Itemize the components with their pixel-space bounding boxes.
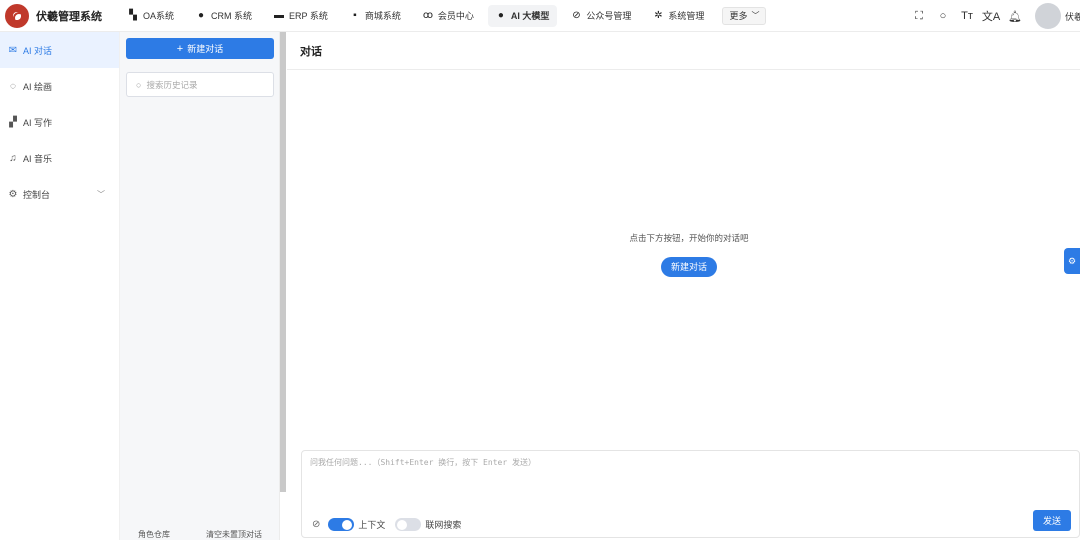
- fullscreen-icon[interactable]: ⛶: [907, 10, 931, 23]
- sidebar-item-label: 控制台: [23, 189, 51, 200]
- avatar[interactable]: [1035, 3, 1061, 29]
- sidebar-item-console[interactable]: ⚙ 控制台 ﹀: [0, 176, 119, 212]
- nav-item-member[interactable]: ꝏ 会员中心: [415, 5, 482, 27]
- nav-item-label: 会员中心: [437, 11, 474, 21]
- nav-item-wechat[interactable]: ⊘ 公众号管理: [563, 5, 639, 27]
- empty-state: 点击下方按钮，开始你的对话吧 新建对话: [287, 232, 1080, 277]
- web-search-label: 联网搜索: [425, 520, 462, 530]
- history-search-placeholder: 搜索历史记录: [146, 79, 198, 90]
- sidebar-item-label: AI 对话: [23, 45, 53, 56]
- history-footer: 角色仓库 清空未置顶对话: [120, 528, 280, 540]
- music-icon: ♫: [9, 152, 17, 164]
- toggle-knob: [397, 519, 408, 530]
- sidebar-item-ai-music[interactable]: ♫ AI 音乐: [0, 140, 119, 176]
- apple-icon: ●: [497, 10, 504, 21]
- nav-item-label: OA系统: [143, 11, 175, 21]
- nav-item-ai-model[interactable]: ● AI 大模型: [487, 4, 558, 27]
- context-toggle[interactable]: [328, 518, 355, 531]
- input-tools: ⊘ 上下文 联网搜索: [312, 518, 471, 531]
- send-button[interactable]: 发送: [1033, 510, 1071, 531]
- logo-icon: [5, 3, 29, 28]
- gear-icon: ✲: [654, 10, 663, 21]
- nav-item-mall[interactable]: ▪ 商城系统: [342, 5, 409, 27]
- sidebar-item-ai-chat[interactable]: ✉ AI 对话: [0, 32, 119, 68]
- new-chat-button[interactable]: + 新建对话: [126, 38, 274, 59]
- user-icon: ●: [197, 10, 205, 21]
- web-search-toggle[interactable]: [395, 518, 422, 531]
- nav-item-label: 系统管理: [668, 11, 705, 21]
- history-search-input[interactable]: ○ 搜索历史记录: [126, 72, 274, 97]
- compass-icon: ⊘: [572, 10, 581, 21]
- chevron-down-icon: ﹀: [97, 189, 105, 199]
- nav-item-label: ERP 系统: [289, 11, 328, 21]
- new-chat-label: 新建对话: [187, 44, 224, 54]
- palette-icon: ◌: [10, 80, 16, 92]
- mail-icon: ✉: [8, 44, 18, 56]
- attachment-icon[interactable]: ⊘: [312, 519, 320, 530]
- history-scrollbar[interactable]: [280, 32, 286, 492]
- search-icon: ○: [136, 79, 142, 90]
- nav-item-system[interactable]: ✲ 系统管理: [645, 5, 712, 27]
- nav-item-label: CRM 系统: [211, 11, 253, 21]
- toggle-knob: [342, 519, 353, 530]
- shop-icon: ▪: [353, 10, 357, 21]
- writing-icon: ▞: [9, 116, 17, 128]
- font-size-icon[interactable]: Tт: [955, 10, 979, 22]
- sidebar-item-label: AI 写作: [23, 117, 53, 128]
- username[interactable]: 伏羲: [1065, 10, 1080, 23]
- settings-fab[interactable]: ⚙: [1064, 248, 1080, 274]
- sidebar: ✉ AI 对话 ◌ AI 绘画 ▞ AI 写作 ♫ AI 音乐 ⚙ 控制台 ﹀: [0, 32, 120, 540]
- clear-history-link[interactable]: 清空未置顶对话: [206, 529, 262, 540]
- nav-item-oa[interactable]: ▚ OA系统: [120, 5, 182, 27]
- settings-icon: ⚙: [8, 188, 18, 200]
- sidebar-item-ai-painting[interactable]: ◌ AI 绘画: [0, 68, 119, 104]
- oa-icon: ▚: [129, 10, 137, 21]
- nav-item-label: AI 大模型: [510, 11, 550, 21]
- page-title: 对话: [287, 32, 1080, 70]
- nav-item-label: 商城系统: [364, 11, 401, 21]
- role-repo-link[interactable]: 角色仓库: [138, 529, 170, 540]
- app-title: 伏羲管理系统: [36, 10, 102, 23]
- sidebar-item-label: AI 绘画: [23, 81, 53, 92]
- chat-main: 对话 点击下方按钮，开始你的对话吧 新建对话 ⚙ ⊘ 上下文 联网搜索 发送: [287, 32, 1080, 540]
- gear-icon: ⚙: [1067, 255, 1077, 266]
- module-nav: ▚ OA系统 ● CRM 系统 ▬ ERP 系统 ▪ 商城系统 ꝏ 会员中心 ● AI 大模…: [120, 0, 767, 32]
- more-dropdown[interactable]: 更多 ﹀: [722, 6, 767, 25]
- sidebar-item-ai-writing[interactable]: ▞ AI 写作: [0, 104, 119, 140]
- header-tools: ⛶ ○ Tт 文A 🔔︎ 伏羲: [907, 0, 1080, 32]
- nav-item-label: 公众号管理: [586, 11, 632, 21]
- history-panel: + 新建对话 ○ 搜索历史记录 角色仓库 清空未置顶对话: [120, 32, 280, 540]
- translate-icon[interactable]: 文A: [979, 8, 1003, 24]
- chevron-down-icon: ﹀: [751, 11, 760, 20]
- more-label: 更多: [729, 11, 748, 21]
- chat-input[interactable]: [310, 457, 1010, 497]
- brand[interactable]: 伏羲管理系统: [0, 3, 120, 28]
- start-chat-button[interactable]: 新建对话: [660, 257, 717, 277]
- sidebar-item-label: AI 音乐: [23, 153, 53, 164]
- empty-hint: 点击下方按钮，开始你的对话吧: [629, 233, 749, 243]
- plus-icon: +: [176, 42, 184, 55]
- bell-icon[interactable]: 🔔︎: [1003, 10, 1027, 23]
- context-label: 上下文: [358, 520, 386, 530]
- bike-icon: ꝏ: [422, 10, 434, 21]
- nav-item-erp[interactable]: ▬ ERP 系统: [266, 5, 336, 27]
- search-icon[interactable]: ○: [931, 10, 955, 22]
- chat-input-box: ⊘ 上下文 联网搜索 发送: [301, 450, 1080, 538]
- nav-item-crm[interactable]: ● CRM 系统: [188, 5, 260, 27]
- erp-icon: ▬: [274, 10, 285, 21]
- top-navbar: 伏羲管理系统 ▚ OA系统 ● CRM 系统 ▬ ERP 系统 ▪ 商城系统 ꝏ 会员中心…: [0, 0, 1080, 32]
